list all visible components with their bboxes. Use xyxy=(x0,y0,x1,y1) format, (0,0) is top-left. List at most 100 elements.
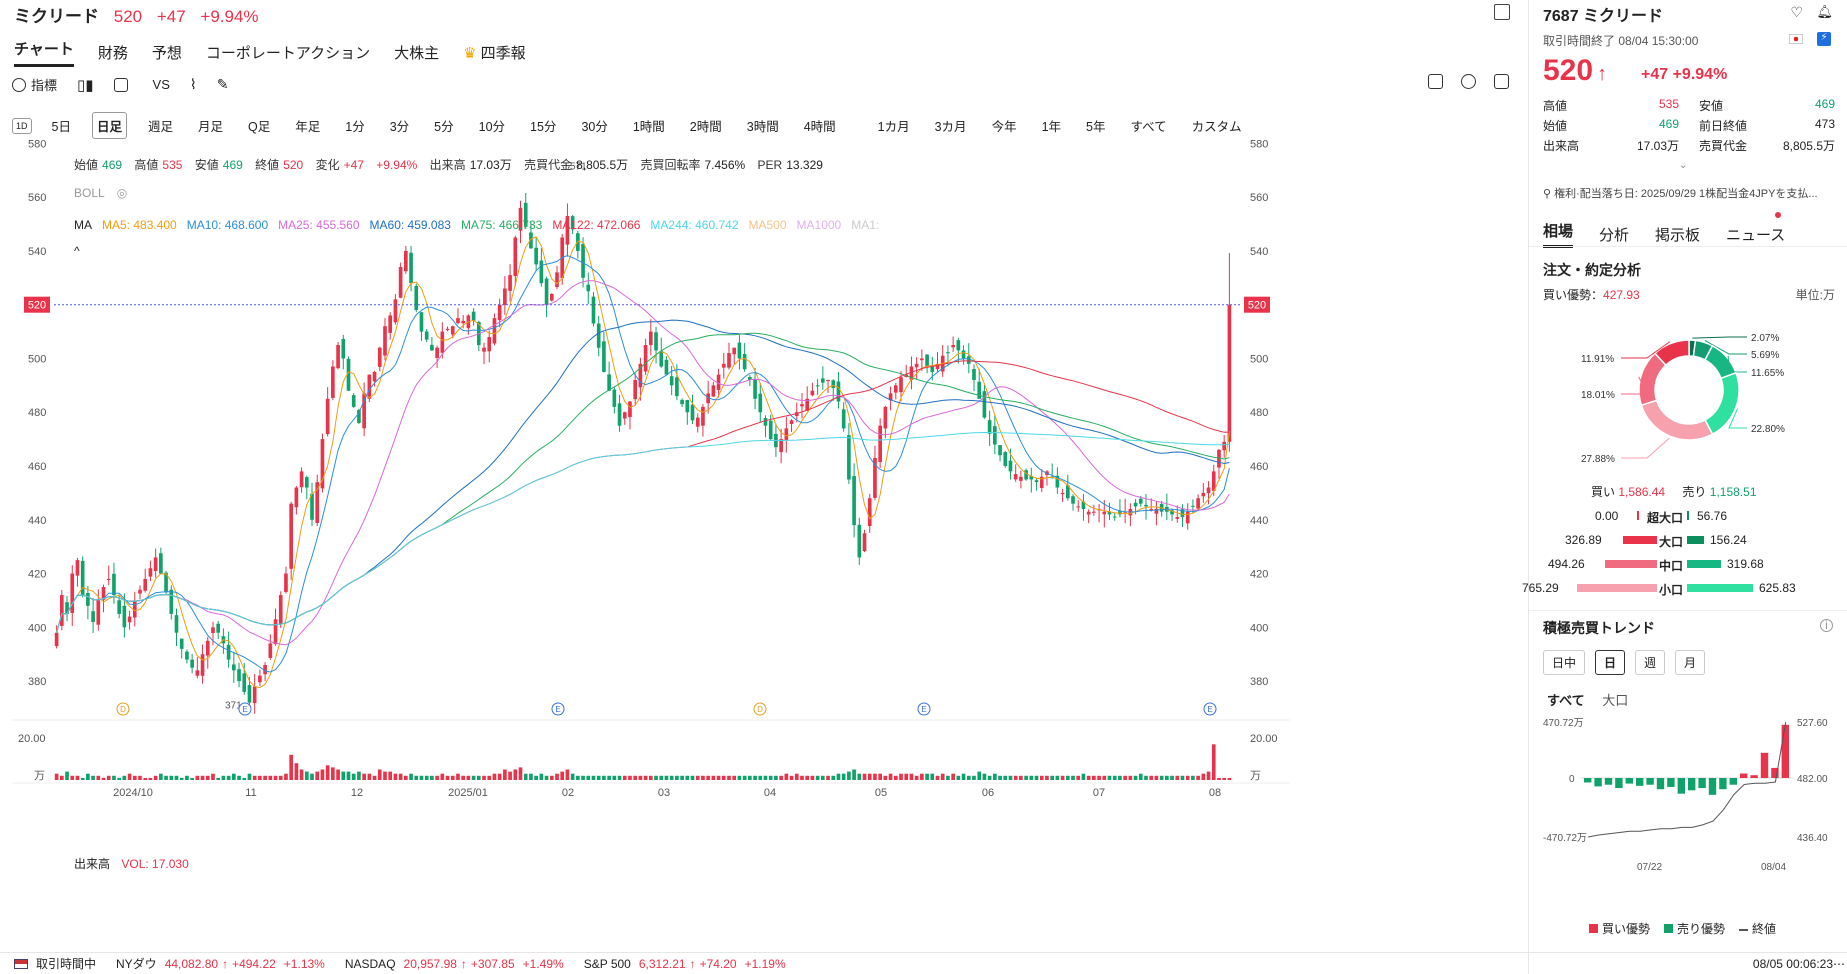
candle-body xyxy=(304,477,309,488)
candle-body xyxy=(153,557,158,572)
volume-bar xyxy=(205,775,210,780)
volume-bar xyxy=(450,775,455,780)
volume-bar xyxy=(779,775,783,780)
trend-bar xyxy=(1636,778,1644,786)
volume-bar xyxy=(461,775,465,780)
expand-chevron-icon[interactable]: ⌄ xyxy=(1679,160,1687,171)
candle-body xyxy=(1071,496,1075,504)
candle-body xyxy=(873,457,877,498)
volume-bar xyxy=(737,775,742,780)
candle-body xyxy=(669,376,674,386)
heart-icon[interactable]: ♡ xyxy=(1790,4,1803,21)
current-price-tag-left-text: 520 xyxy=(28,300,46,312)
candle-body xyxy=(883,406,888,429)
volume-pane-value: VOL: 17.030 xyxy=(121,857,189,871)
volume-bar xyxy=(164,775,168,780)
buy-sell-totals: 買い 1,586.44 売り 1,158.51 xyxy=(1591,483,1757,500)
filter-large[interactable]: 大口 xyxy=(1602,693,1628,708)
bell-icon[interactable]: 🔔︎ xyxy=(1816,4,1833,20)
collapse-caret-icon[interactable]: ^ xyxy=(74,244,80,258)
volume-bar xyxy=(1133,775,1138,780)
volume-bar xyxy=(805,775,810,780)
y-tick-label-left: 460 xyxy=(28,461,46,473)
filter-all[interactable]: すべて xyxy=(1547,693,1585,708)
volume-bar xyxy=(513,769,518,780)
y-tick-label-right: 420 xyxy=(1250,569,1268,581)
volume-bar xyxy=(763,775,768,780)
seg-week[interactable]: 週 xyxy=(1635,650,1666,675)
candle-body xyxy=(445,328,450,331)
volume-bar xyxy=(357,771,361,780)
volume-bar xyxy=(70,775,75,780)
volume-bar xyxy=(336,769,340,780)
volume-bar xyxy=(716,775,721,780)
x-tick-label: 04 xyxy=(764,787,776,799)
info-icon[interactable]: i xyxy=(1820,619,1833,632)
high-value: 535 xyxy=(162,158,183,172)
candle-body xyxy=(336,345,340,369)
more-icon[interactable]: ⋯ xyxy=(1833,957,1845,971)
volume-bar xyxy=(544,775,549,780)
stat-label: 始値 xyxy=(1543,119,1568,133)
volume-bar xyxy=(1024,775,1028,780)
volume-bar xyxy=(284,773,288,780)
volume-bar xyxy=(1201,773,1206,780)
ma-line xyxy=(56,432,1230,633)
tab-board[interactable]: 掲示板 xyxy=(1655,224,1700,245)
candle-body xyxy=(284,573,288,592)
donut-slice xyxy=(1640,399,1714,441)
y-tick-label-right: 500 xyxy=(1250,353,1268,365)
ticker-change: +74.20 xyxy=(699,956,737,971)
volume-bar xyxy=(331,767,335,780)
seg-month[interactable]: 月 xyxy=(1675,650,1706,675)
current-price-tag-right-text: 520 xyxy=(1248,300,1266,312)
volume-bar xyxy=(1034,775,1039,780)
close-label: 終値 xyxy=(255,158,280,172)
volume-bar xyxy=(200,775,205,780)
dividend-info[interactable]: ⚲ 権利·配当落ち日: 2025/09/29 1株配当金4JPYを支払... xyxy=(1543,185,1838,201)
candle-body xyxy=(1144,504,1148,507)
volume-bar xyxy=(1003,775,1008,780)
ticker-item[interactable]: S&P 500 6,312.21 ↑ +74.20 +1.19% xyxy=(584,957,786,971)
candle-body xyxy=(341,339,346,359)
tab-quote[interactable]: 相場 xyxy=(1543,220,1574,248)
x-tick-label: 12 xyxy=(351,787,363,799)
volume-bar xyxy=(920,773,924,780)
right-panel: 7687 ミクリード ♡ 🔔︎ 取引時間終了 08/04 15:30:00 ⚡ … xyxy=(1522,0,1847,974)
flow-sell-value: 625.83 xyxy=(1759,581,1796,595)
candle-body xyxy=(91,611,95,622)
seg-day[interactable]: 日 xyxy=(1595,650,1626,675)
tab-analysis[interactable]: 分析 xyxy=(1599,224,1629,245)
buy-bar xyxy=(1577,584,1657,592)
stat-label: 売買代金 xyxy=(1699,139,1748,153)
eye-hidden-icon[interactable]: ◎ xyxy=(117,186,127,200)
candle-body xyxy=(138,589,142,594)
candle-body xyxy=(1196,498,1200,509)
buy-tick xyxy=(1637,511,1639,520)
flow-label: 小口 xyxy=(1659,583,1684,597)
volume-bar xyxy=(299,769,304,780)
volume-bar xyxy=(268,775,273,780)
seg-intraday[interactable]: 日中 xyxy=(1543,650,1586,675)
volume-bar xyxy=(1165,775,1169,780)
volume-bar xyxy=(372,775,377,780)
candle-body xyxy=(622,412,627,419)
ticker-item[interactable]: NYダウ 44,082.80 ↑ +494.22 +1.13% xyxy=(116,955,325,972)
candle-body xyxy=(961,350,966,359)
open-value: 469 xyxy=(102,158,123,172)
boll-legend[interactable]: BOLL ◎ xyxy=(74,186,127,200)
volume-bar xyxy=(1086,775,1091,780)
volume-bar xyxy=(419,775,424,780)
price-chart[interactable]: 380 380 400 400 420 420 440 440 460 460 480 480 500 5… xyxy=(0,0,1527,952)
volume-bar xyxy=(800,775,804,780)
volume-bar xyxy=(706,775,710,780)
volume-bar xyxy=(576,775,580,780)
volume-bar xyxy=(1055,775,1060,780)
tab-news[interactable]: ニュース xyxy=(1726,224,1785,245)
candle-body xyxy=(226,644,231,660)
volume-bar xyxy=(899,773,903,780)
event-letter: D xyxy=(757,705,763,714)
volume-bar xyxy=(409,773,413,780)
ticker-value: 6,312.21 xyxy=(638,956,686,971)
ticker-item[interactable]: NASDAQ 20,957.98 ↑ +307.85 +1.49% xyxy=(345,957,564,971)
